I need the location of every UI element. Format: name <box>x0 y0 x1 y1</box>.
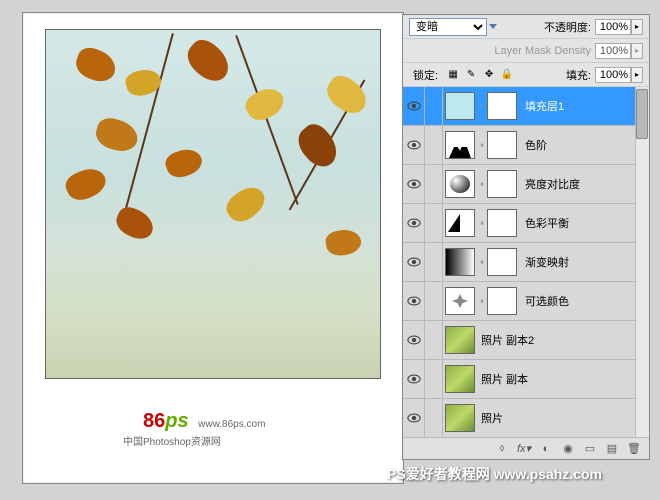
lock-row: 锁定: ▦ ✎ ✥ 🔒 填充: ▸ <box>403 63 649 87</box>
link-layers-icon[interactable]: ⬨ <box>493 441 511 457</box>
layer-name: 可选颜色 <box>525 293 569 309</box>
link-col <box>425 282 443 320</box>
mask-thumb[interactable] <box>487 131 517 159</box>
lock-position-icon[interactable]: ✥ <box>482 68 496 82</box>
layer-name: 亮度对比度 <box>525 176 580 192</box>
layer-name: 照片 <box>481 410 503 426</box>
layer-thumb[interactable] <box>445 170 475 198</box>
mask-thumb[interactable] <box>487 287 517 315</box>
mask-link-icon[interactable]: ⬫ <box>477 179 487 190</box>
layer-row[interactable]: ⬫ 亮度对比度 <box>403 165 649 204</box>
mask-density-row: Layer Mask Density ▸ <box>403 39 649 63</box>
link-col <box>425 204 443 242</box>
link-col <box>425 243 443 281</box>
layer-thumb[interactable] <box>445 131 475 159</box>
visibility-toggle[interactable] <box>403 282 425 320</box>
watermark: PS爱好者教程网 www.psahz.com <box>387 464 602 484</box>
layer-row[interactable]: ⬫ 填充层1 <box>403 87 649 126</box>
mask-thumb[interactable] <box>487 170 517 198</box>
visibility-toggle[interactable] <box>403 126 425 164</box>
mask-link-icon[interactable]: ⬫ <box>477 101 487 112</box>
layer-row[interactable]: 照片 副本 <box>403 360 649 399</box>
layers-list: ⬫ 填充层1 ⬫ 色阶 ⬫ 亮度对比度 ⬫ 色彩平衡 ⬫ 渐变映射 ⬫ 可选颜色照片 副本2 照片 副本… <box>403 87 649 437</box>
mask-link-icon[interactable]: ⬫ <box>477 218 487 229</box>
layer-thumb[interactable] <box>445 365 475 393</box>
logo-86ps: 86ps www.86ps.com <box>143 410 265 433</box>
link-col <box>425 126 443 164</box>
opacity-label: 不透明度: <box>544 19 591 35</box>
lock-transparency-icon[interactable]: ▦ <box>446 68 460 82</box>
visibility-toggle[interactable] <box>403 204 425 242</box>
link-col <box>425 87 443 125</box>
layer-thumb[interactable] <box>445 287 475 315</box>
mask-link-icon[interactable]: ⬫ <box>477 140 487 151</box>
visibility-toggle[interactable] <box>403 321 425 359</box>
mask-thumb[interactable] <box>487 209 517 237</box>
visibility-toggle[interactable] <box>403 360 425 398</box>
link-col <box>425 321 443 359</box>
lock-label: 锁定: <box>413 67 438 83</box>
layer-row[interactable]: ⬫ 色阶 <box>403 126 649 165</box>
layer-row[interactable]: ⬫ 可选颜色 <box>403 282 649 321</box>
mask-thumb[interactable] <box>487 248 517 276</box>
mask-link-icon[interactable]: ⬫ <box>477 296 487 307</box>
layer-thumb[interactable] <box>445 326 475 354</box>
mask-density-label: Layer Mask Density <box>494 45 591 57</box>
visibility-toggle[interactable] <box>403 399 425 437</box>
fill-flyout[interactable]: ▸ <box>631 67 643 83</box>
layer-name: 填充层1 <box>525 98 564 114</box>
logo-subtitle: 中国Photoshop资源网 <box>123 433 221 448</box>
fx-icon[interactable]: fx▾ <box>515 441 533 457</box>
panel-footer: ⬨ fx▾ ◐ ◉ ▭ ▤ 🗑 <box>403 437 649 459</box>
layer-row[interactable]: 照片 副本2 <box>403 321 649 360</box>
layer-thumb[interactable] <box>445 92 475 120</box>
layer-name: 照片 副本 <box>481 371 528 387</box>
scrollbar[interactable] <box>635 87 649 437</box>
new-folder-icon[interactable]: ▭ <box>581 441 599 457</box>
layer-row[interactable]: ⬫ 渐变映射 <box>403 243 649 282</box>
link-col <box>425 165 443 203</box>
scrollbar-thumb[interactable] <box>636 89 648 139</box>
link-col <box>425 399 443 437</box>
chevron-down-icon <box>489 24 497 29</box>
layer-thumb[interactable] <box>445 248 475 276</box>
fill-input[interactable] <box>595 67 631 83</box>
visibility-toggle[interactable] <box>403 243 425 281</box>
layer-name: 照片 副本2 <box>481 332 534 348</box>
add-mask-icon[interactable]: ◐ <box>537 441 555 457</box>
blend-mode-select[interactable]: 变暗 <box>409 18 487 36</box>
visibility-toggle[interactable] <box>403 165 425 203</box>
blend-row: 变暗 不透明度: ▸ <box>403 15 649 39</box>
lock-pixels-icon[interactable]: ✎ <box>464 68 478 82</box>
adjustment-layer-icon[interactable]: ◉ <box>559 441 577 457</box>
mask-density-input <box>595 43 631 59</box>
new-layer-icon[interactable]: ▤ <box>603 441 621 457</box>
opacity-flyout[interactable]: ▸ <box>631 19 643 35</box>
layer-name: 渐变映射 <box>525 254 569 270</box>
opacity-input[interactable] <box>595 19 631 35</box>
mask-density-flyout: ▸ <box>631 43 643 59</box>
layer-name: 色彩平衡 <box>525 215 569 231</box>
layer-name: 色阶 <box>525 137 547 153</box>
link-col <box>425 360 443 398</box>
mask-thumb[interactable] <box>487 92 517 120</box>
logo-url: www.86ps.com <box>198 419 265 430</box>
canvas-area: 86ps www.86ps.com 中国Photoshop资源网 <box>22 12 404 484</box>
layer-row[interactable]: 照片 <box>403 399 649 437</box>
layer-row[interactable]: ⬫ 色彩平衡 <box>403 204 649 243</box>
mask-link-icon[interactable]: ⬫ <box>477 257 487 268</box>
lock-all-icon[interactable]: 🔒 <box>500 68 514 82</box>
layer-thumb[interactable] <box>445 404 475 432</box>
layer-thumb[interactable] <box>445 209 475 237</box>
image-preview <box>45 29 381 379</box>
visibility-toggle[interactable] <box>403 87 425 125</box>
layers-panel: 变暗 不透明度: ▸ Layer Mask Density ▸ 锁定: ▦ ✎ … <box>402 14 650 460</box>
delete-layer-icon[interactable]: 🗑 <box>625 441 643 457</box>
fill-label: 填充: <box>566 67 591 83</box>
